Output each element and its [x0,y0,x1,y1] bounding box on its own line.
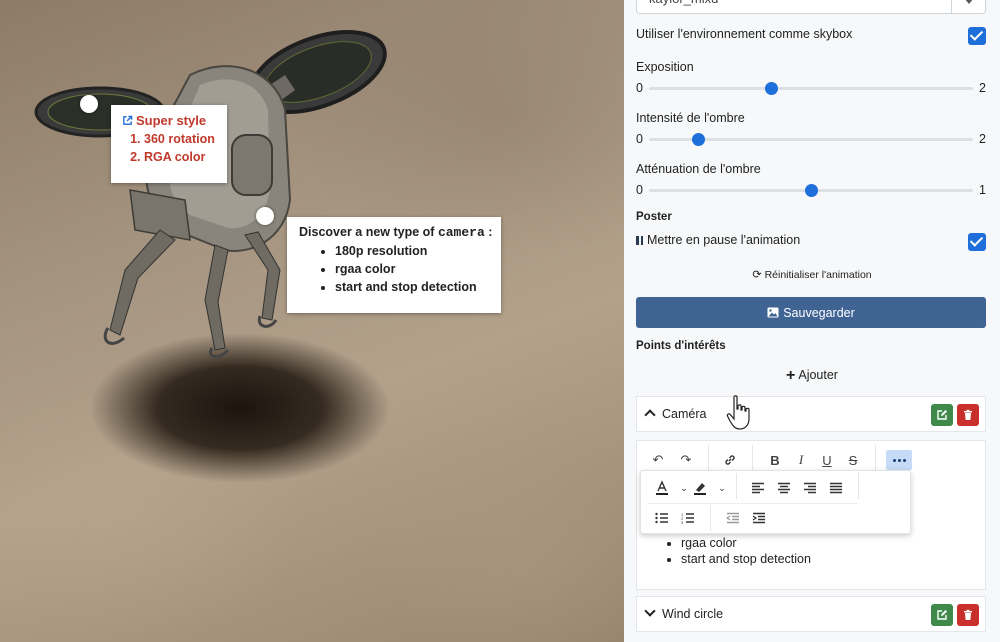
edit-icon [937,410,947,420]
more-options-button[interactable] [886,450,912,470]
trash-icon [964,609,972,620]
add-poi-button[interactable]: + Ajouter [624,367,1000,385]
slider-thumb[interactable] [691,133,705,146]
annotation-tooltip-super-style: Super style 360 rotation RGA color [111,105,227,183]
external-link-icon[interactable] [122,115,133,126]
highlight-color-icon[interactable] [689,478,711,498]
list-item: rgaa color [335,260,501,278]
refresh-icon: ⟳ [752,269,762,281]
shadow-softness-slider[interactable]: 0 1 [636,183,986,197]
list-item: RGA color [144,148,217,166]
bullet-list-icon[interactable] [651,508,673,528]
text-color-icon[interactable] [651,478,673,498]
chevron-down-icon[interactable]: ⌄ [711,478,733,498]
redo-icon[interactable]: ↷ [675,450,697,470]
align-justify-icon[interactable] [825,478,847,498]
tooltip-title: Super style [136,113,207,128]
image-icon [767,307,779,318]
tooltip-list: 180p resolution rgaa color start and sto… [335,242,501,296]
tooltip-title: Discover a new type of camera : [299,225,493,240]
environment-select[interactable]: kaylor_mixd [636,0,986,14]
save-button[interactable]: Sauvegarder [636,297,986,328]
settings-panel: kaylor_mixd Utiliser l'environnement com… [624,0,1000,642]
slider-thumb[interactable] [805,184,818,197]
plus-icon: + [786,367,796,384]
reset-animation-button[interactable]: ⟳ Réinitialiser l'animation [624,268,1000,281]
edit-button[interactable] [931,404,953,426]
pause-icon [636,235,643,245]
skybox-label: Utiliser l'environnement comme skybox [636,27,853,41]
numbered-list-icon[interactable]: 123 [677,508,699,528]
poi-name: Wind circle [662,607,724,621]
hand-cursor-icon [726,395,750,430]
poi-item-wind-circle[interactable]: Wind circle [636,596,986,632]
exposure-label: Exposition [636,60,694,74]
align-left-icon[interactable] [747,478,769,498]
shadow-intensity-slider[interactable]: 0 2 [636,132,986,146]
svg-text:3: 3 [681,520,684,524]
editor-content-list[interactable]: rgaa color start and stop detection [681,535,811,567]
strikethrough-icon[interactable]: S [842,450,864,470]
exposure-slider[interactable]: 0 2 [636,81,986,95]
annotation-tooltip-camera: Discover a new type of camera : 180p res… [287,217,501,313]
list-item: 360 rotation [144,130,217,148]
hotspot-2[interactable] [256,207,274,225]
list-item: start and stop detection [335,278,501,296]
skybox-checkbox[interactable] [968,27,986,45]
indent-icon[interactable] [748,508,770,528]
pause-animation-label: Mettre en pause l'animation [636,233,800,247]
shadow-intensity-label: Intensité de l'ombre [636,111,745,125]
align-right-icon[interactable] [799,478,821,498]
slider-thumb[interactable] [764,82,778,95]
list-item: rgaa color [681,535,811,551]
delete-button[interactable] [957,404,979,426]
edit-button[interactable] [931,604,953,626]
underline-icon[interactable]: U [816,450,838,470]
poi-name: Caméra [662,407,707,421]
list-item: start and stop detection [681,551,811,567]
align-center-icon[interactable] [773,478,795,498]
edit-icon [937,610,947,620]
chevron-up-icon[interactable] [644,409,656,421]
link-icon[interactable] [719,450,741,470]
tooltip-list: 360 rotation RGA color [144,130,217,166]
poi-item-camera[interactable]: Caméra [636,396,986,432]
poster-title: Poster [636,211,672,223]
poi-title: Points d'intérêts [636,340,726,352]
trash-icon [964,409,972,420]
bold-icon[interactable]: B [764,450,786,470]
italic-icon[interactable]: I [790,450,812,470]
list-item: 180p resolution [335,242,501,260]
pause-animation-checkbox[interactable] [968,233,986,251]
toolbar-overflow-popup: ⌄ ⌄ 123 [640,470,911,534]
undo-icon[interactable]: ↶ [647,450,669,470]
hotspot-1[interactable] [80,95,98,113]
outdent-icon[interactable] [722,508,744,528]
model-viewer[interactable]: Super style 360 rotation RGA color Disco… [0,0,624,642]
chevron-down-icon[interactable] [951,0,985,13]
shadow-softness-label: Atténuation de l'ombre [636,162,761,176]
delete-button[interactable] [957,604,979,626]
chevron-down-icon[interactable] [644,605,656,617]
